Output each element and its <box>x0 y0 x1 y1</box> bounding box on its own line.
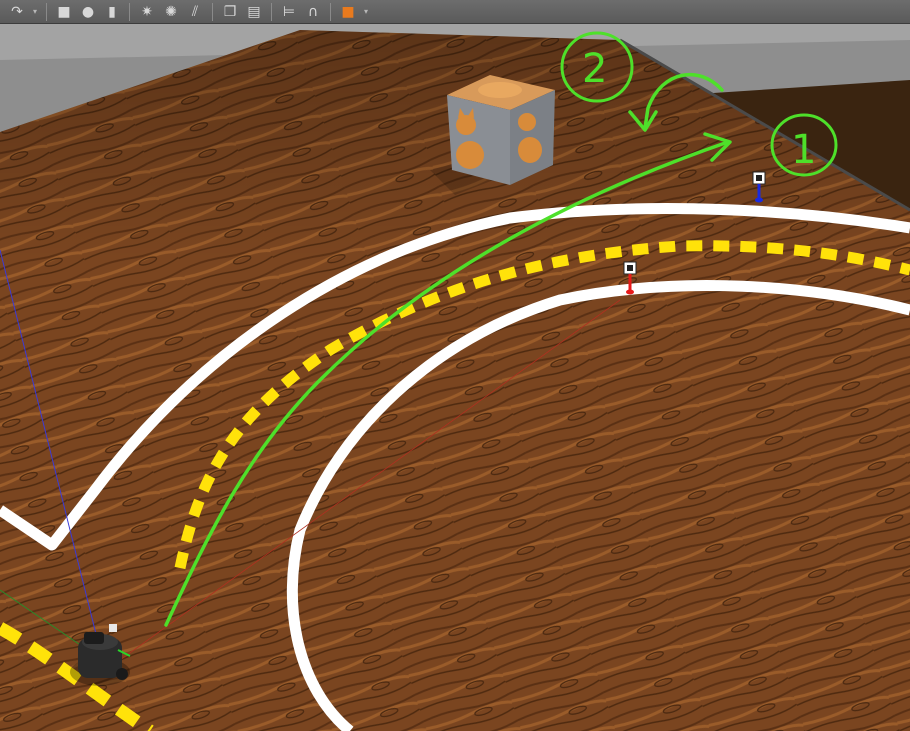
sphere-icon[interactable]: ● <box>77 2 99 22</box>
view-dropdown-icon[interactable]: ▾ <box>361 2 371 22</box>
toolbar-divider <box>330 2 331 21</box>
cat-image-top <box>478 82 522 98</box>
toolbar-divider <box>46 2 47 21</box>
directional-light-icon[interactable]: ⫽ <box>184 2 206 22</box>
annotation-label-2: 2 <box>582 46 607 92</box>
paste-icon[interactable]: ▤ <box>243 2 265 22</box>
cylinder-icon[interactable]: ▮ <box>101 2 123 22</box>
history-dropdown-icon[interactable]: ▾ <box>30 2 40 22</box>
redo-icon[interactable]: ↷ <box>6 2 28 22</box>
box-icon[interactable]: ■ <box>53 2 75 22</box>
point-light-icon[interactable]: ✷ <box>136 2 158 22</box>
copy-icon[interactable]: ❐ <box>219 2 241 22</box>
annotation-label-1: 1 <box>791 127 816 173</box>
3d-viewport[interactable]: 1 2 <box>0 24 910 731</box>
toolbar-divider <box>129 2 130 21</box>
change-view-icon[interactable]: ■ <box>337 2 359 22</box>
snap-icon[interactable]: ∩ <box>302 2 324 22</box>
align-icon[interactable]: ⊨ <box>278 2 300 22</box>
toolbar-divider <box>212 2 213 21</box>
spot-light-icon[interactable]: ✺ <box>160 2 182 22</box>
toolbar: ↷ ▾ ■ ● ▮ ✷ ✺ ⫽ ❐ ▤ ⊨ ∩ ■ ▾ <box>0 0 910 24</box>
toolbar-divider <box>271 2 272 21</box>
gazebo-window: ↷ ▾ ■ ● ▮ ✷ ✺ ⫽ ❐ ▤ ⊨ ∩ ■ ▾ 1 2 <box>0 0 910 731</box>
